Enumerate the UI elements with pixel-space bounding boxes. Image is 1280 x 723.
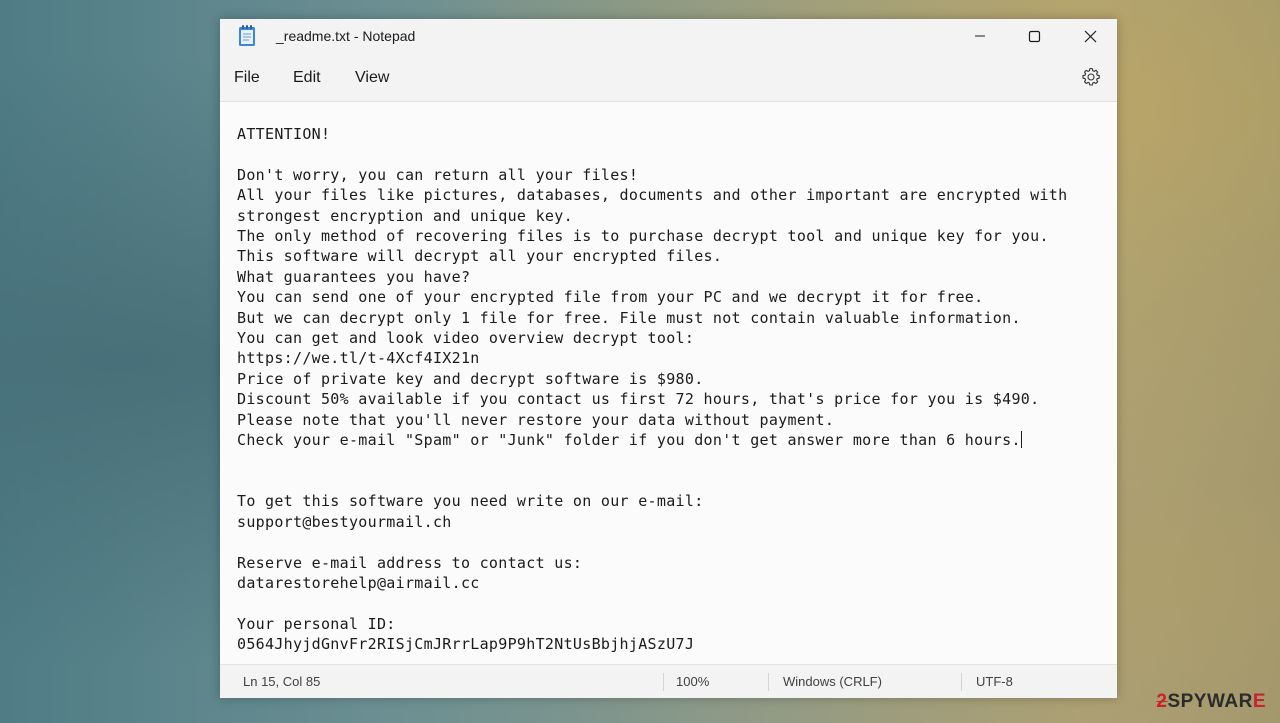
text-line: To get this software you need write on o…: [237, 492, 704, 511]
text-line: All your files like pictures, databases,…: [237, 186, 1068, 205]
watermark-text: SPYWAR: [1167, 691, 1253, 712]
gear-icon: [1082, 67, 1100, 86]
watermark-prefix: 2: [1156, 691, 1168, 712]
watermark-suffix: E: [1252, 691, 1266, 712]
text-caret: [1020, 431, 1022, 449]
text-line: Discount 50% available if you contact us…: [237, 390, 1040, 409]
watermark-logo: 2SPYWARE: [1156, 691, 1266, 713]
menu-view[interactable]: View: [355, 69, 389, 87]
text-line: You can send one of your encrypted file …: [237, 288, 984, 307]
menu-edit[interactable]: Edit: [293, 69, 321, 87]
maximize-icon: [1028, 30, 1040, 42]
text-line: 0564JhyjdGnvFr2RISjCmJRrrLap9P9hT2NtUsBb…: [237, 635, 695, 654]
text-line: But we can decrypt only 1 file for free.…: [237, 308, 1021, 327]
text-line: ATTENTION!: [237, 125, 331, 143]
close-button[interactable]: [1064, 19, 1116, 53]
notepad-icon: [238, 25, 256, 47]
encoding: UTF-8: [976, 674, 1013, 689]
minimize-button[interactable]: [954, 19, 1006, 53]
text-editor[interactable]: ATTENTION! Don't worry, you can return a…: [220, 102, 1117, 664]
zoom-level: 100%: [676, 674, 710, 689]
menu-file[interactable]: File: [234, 69, 260, 87]
text-line: Please note that you'll never restore yo…: [237, 410, 835, 429]
settings-button[interactable]: [1081, 67, 1101, 87]
text-line: https://we.tl/t-4Xcf4IX21n: [237, 349, 480, 368]
text-line: What guarantees you have?: [237, 267, 471, 286]
maximize-button[interactable]: [1008, 19, 1060, 53]
close-icon: [1084, 30, 1096, 42]
title-bar[interactable]: _readme.txt - Notepad: [220, 19, 1117, 53]
minimize-icon: [975, 35, 985, 37]
document-text: ATTENTION! Don't worry, you can return a…: [237, 124, 1067, 655]
text-line: datarestorehelp@airmail.cc: [237, 573, 480, 592]
status-divider: [961, 673, 962, 691]
text-line: Don't worry, you can return all your fil…: [237, 165, 639, 184]
menu-bar: File Edit View: [220, 53, 1117, 102]
window-title: _readme.txt - Notepad: [276, 28, 416, 44]
text-line: Price of private key and decrypt softwar…: [237, 369, 704, 388]
status-bar: Ln 15, Col 85 100% Windows (CRLF) UTF-8: [220, 664, 1117, 698]
status-divider: [768, 673, 769, 691]
text-line: This software will decrypt all your encr…: [237, 247, 723, 266]
text-line: strongest encryption and unique key.: [237, 206, 573, 225]
notepad-window: _readme.txt - Notepad File Edit View ATT…: [220, 19, 1117, 698]
text-line: support@bestyourmail.ch: [237, 512, 452, 531]
text-line: Your personal ID:: [237, 614, 396, 633]
text-line: Reserve e-mail address to contact us:: [237, 553, 583, 572]
cursor-position: Ln 15, Col 85: [243, 674, 321, 689]
text-line: The only method of recovering files is t…: [237, 227, 1049, 246]
text-line: Check your e-mail "Spam" or "Junk" folde…: [237, 431, 1021, 450]
status-divider: [663, 673, 664, 691]
text-line: You can get and look video overview decr…: [237, 329, 695, 348]
line-ending: Windows (CRLF): [783, 674, 882, 689]
